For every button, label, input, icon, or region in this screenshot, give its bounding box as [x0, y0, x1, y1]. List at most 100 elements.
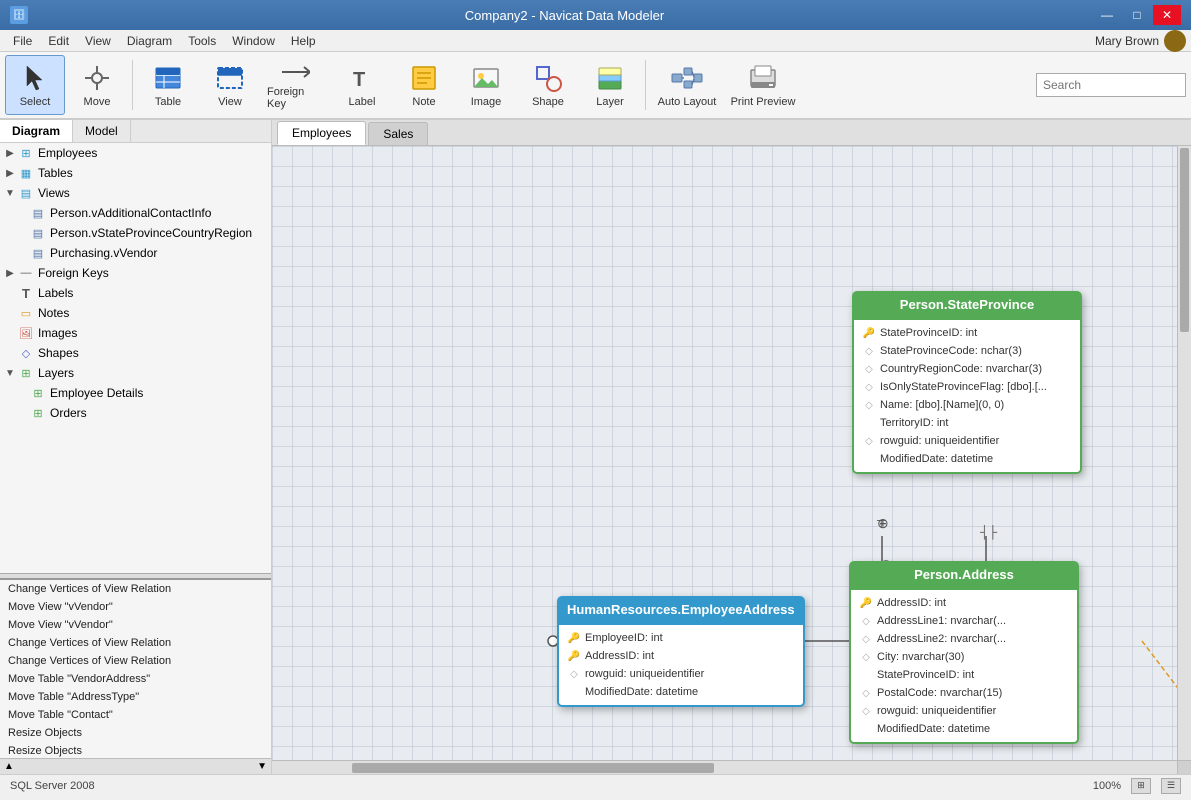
menu-window[interactable]: Window — [224, 32, 283, 50]
expander-views: ▼ — [4, 187, 16, 199]
toolbar: Select Move Table View Foreign Key T Lab… — [0, 52, 1191, 120]
tree-item-view2[interactable]: ▶ ▤ Person.vStateProvinceCountryRegion — [0, 223, 271, 243]
history-item-3[interactable]: Change Vertices of View Relation — [0, 634, 271, 652]
diagram-canvas[interactable]: ⊕ ┬ ┤├ Person.StateProvince 🔑StateProvin… — [272, 146, 1191, 774]
pa-field-1: 🔑AddressID: int — [851, 594, 1077, 612]
zoom-level: 100% — [1093, 780, 1121, 792]
tree-item-layer1[interactable]: ▶ ⊞ Employee Details — [0, 383, 271, 403]
maximize-button[interactable]: □ — [1123, 5, 1151, 25]
tree-label-tables: Tables — [38, 166, 73, 180]
shape-tool[interactable]: Shape — [518, 55, 578, 115]
list-view-btn[interactable]: ☰ — [1161, 778, 1181, 794]
shape-icon — [532, 62, 564, 94]
pa-field-7: ◇rowguid: uniqueidentifier — [851, 702, 1077, 720]
table-tool[interactable]: Table — [138, 55, 198, 115]
tree-label-layers: Layers — [38, 366, 74, 380]
history-item-7[interactable]: Move Table "Contact" — [0, 706, 271, 724]
node-header-stateprovince: Person.StateProvince — [852, 291, 1082, 318]
window-controls: — □ ✕ — [1093, 5, 1181, 25]
history-item-8[interactable]: Resize Objects — [0, 724, 271, 742]
tree-item-labels[interactable]: ▶ T Labels — [0, 283, 271, 303]
menu-edit[interactable]: Edit — [40, 32, 77, 50]
expander-fk: ▶ — [4, 267, 16, 279]
printpreview-tool[interactable]: Print Preview — [725, 55, 801, 115]
node-body-empaddr: 🔑EmployeeID: int 🔑AddressID: int ◇rowgui… — [557, 623, 805, 707]
tree-label-images: Images — [38, 326, 77, 340]
scroll-up-icon[interactable]: ▲ — [4, 761, 14, 772]
menu-help[interactable]: Help — [283, 32, 324, 50]
field-stateprovincecode: ◇StateProvinceCode: nchar(3) — [854, 342, 1080, 360]
select-icon — [19, 62, 51, 94]
vertical-scrollbar[interactable] — [1177, 146, 1191, 760]
history-item-0[interactable]: Change Vertices of View Relation — [0, 580, 271, 598]
tree-item-layer2[interactable]: ▶ ⊞ Orders — [0, 403, 271, 423]
menu-tools[interactable]: Tools — [180, 32, 224, 50]
node-header-address: Person.Address — [849, 561, 1079, 588]
hscroll-thumb[interactable] — [352, 763, 714, 773]
autolayout-label: Auto Layout — [658, 96, 717, 108]
label-tool[interactable]: T Label — [332, 55, 392, 115]
history-item-1[interactable]: Move View "vVendor" — [0, 598, 271, 616]
image-tool[interactable]: Image — [456, 55, 516, 115]
grid-view-btn[interactable]: ⊞ — [1131, 778, 1151, 794]
history-item-2[interactable]: Move View "vVendor" — [0, 616, 271, 634]
foreignkey-tool[interactable]: Foreign Key — [262, 55, 330, 115]
sidebar-tab-diagram[interactable]: Diagram — [0, 120, 73, 142]
foreignkey-label: Foreign Key — [267, 86, 325, 110]
field-name: ◇Name: [dbo].[Name](0, 0) — [854, 396, 1080, 414]
scroll-down-icon[interactable]: ▼ — [257, 761, 267, 772]
tree-item-tables[interactable]: ▶ ▦ Tables — [0, 163, 271, 183]
tree-item-images[interactable]: ▶ 🖼 Images — [0, 323, 271, 343]
vscroll-thumb[interactable] — [1180, 148, 1189, 332]
sidebar: Diagram Model ▶ ⊞ Employees ▶ ▦ Tables ▼… — [0, 120, 272, 774]
history-item-6[interactable]: Move Table "AddressType" — [0, 688, 271, 706]
tree-item-employees[interactable]: ▶ ⊞ Employees — [0, 143, 271, 163]
titlebar: 🗄 Company2 - Navicat Data Modeler — □ ✕ — [0, 0, 1191, 30]
select-tool[interactable]: Select — [5, 55, 65, 115]
labels-icon: T — [18, 285, 34, 301]
layer-tool[interactable]: Layer — [580, 55, 640, 115]
history-item-9[interactable]: Resize Objects — [0, 742, 271, 758]
field-stateprovinceid: 🔑StateProvinceID: int — [854, 324, 1080, 342]
empty-icon-ea4 — [567, 685, 581, 699]
tab-employees[interactable]: Employees — [277, 121, 366, 145]
close-button[interactable]: ✕ — [1153, 5, 1181, 25]
tree-item-foreignkeys[interactable]: ▶ — Foreign Keys — [0, 263, 271, 283]
tab-sales[interactable]: Sales — [368, 122, 428, 145]
tree-item-view3[interactable]: ▶ ▤ Purchasing.vVendor — [0, 243, 271, 263]
diamond-icon3: ◇ — [862, 380, 876, 394]
move-tool[interactable]: Move — [67, 55, 127, 115]
statusbar: SQL Server 2008 100% ⊞ ☰ — [0, 774, 1191, 796]
node-body-stateprovince: 🔑StateProvinceID: int ◇StateProvinceCode… — [852, 318, 1082, 474]
node-person-address[interactable]: Person.Address 🔑AddressID: int ◇AddressL… — [849, 561, 1079, 744]
history-item-4[interactable]: Change Vertices of View Relation — [0, 652, 271, 670]
view-label: View — [218, 96, 242, 108]
tree-item-layers[interactable]: ▼ ⊞ Layers — [0, 363, 271, 383]
tree-item-view1[interactable]: ▶ ▤ Person.vAdditionalContactInfo — [0, 203, 271, 223]
tree-item-notes[interactable]: ▶ ▭ Notes — [0, 303, 271, 323]
view-tool[interactable]: View — [200, 55, 260, 115]
field-countryregioncode: ◇CountryRegionCode: nvarchar(3) — [854, 360, 1080, 378]
menu-view[interactable]: View — [77, 32, 119, 50]
autolayout-icon — [671, 62, 703, 94]
horizontal-scrollbar[interactable] — [272, 760, 1177, 774]
diamond-icon: ◇ — [862, 344, 876, 358]
diamond-icon-pa7: ◇ — [859, 704, 873, 718]
menu-diagram[interactable]: Diagram — [119, 32, 180, 50]
autolayout-tool[interactable]: Auto Layout — [651, 55, 723, 115]
tree-label-views: Views — [38, 186, 70, 200]
tree-item-views[interactable]: ▼ ▤ Views — [0, 183, 271, 203]
menu-file[interactable]: File — [5, 32, 40, 50]
history-item-5[interactable]: Move Table "VendorAddress" — [0, 670, 271, 688]
node-hr-employeeaddress[interactable]: HumanResources.EmployeeAddress 🔑Employee… — [557, 596, 805, 707]
statusbar-right: 100% ⊞ ☰ — [1093, 778, 1181, 794]
sidebar-tab-model[interactable]: Model — [73, 120, 131, 142]
tree-item-shapes[interactable]: ▶ ◇ Shapes — [0, 343, 271, 363]
ea-field-4: ModifiedDate: datetime — [559, 683, 803, 701]
minimize-button[interactable]: — — [1093, 5, 1121, 25]
note-tool[interactable]: Note — [394, 55, 454, 115]
table-label: Table — [155, 96, 181, 108]
node-person-stateprovince[interactable]: Person.StateProvince 🔑StateProvinceID: i… — [852, 291, 1082, 474]
sidebar-tree: ▶ ⊞ Employees ▶ ▦ Tables ▼ ▤ Views ▶ ▤ P… — [0, 143, 271, 573]
search-input[interactable] — [1036, 73, 1186, 97]
